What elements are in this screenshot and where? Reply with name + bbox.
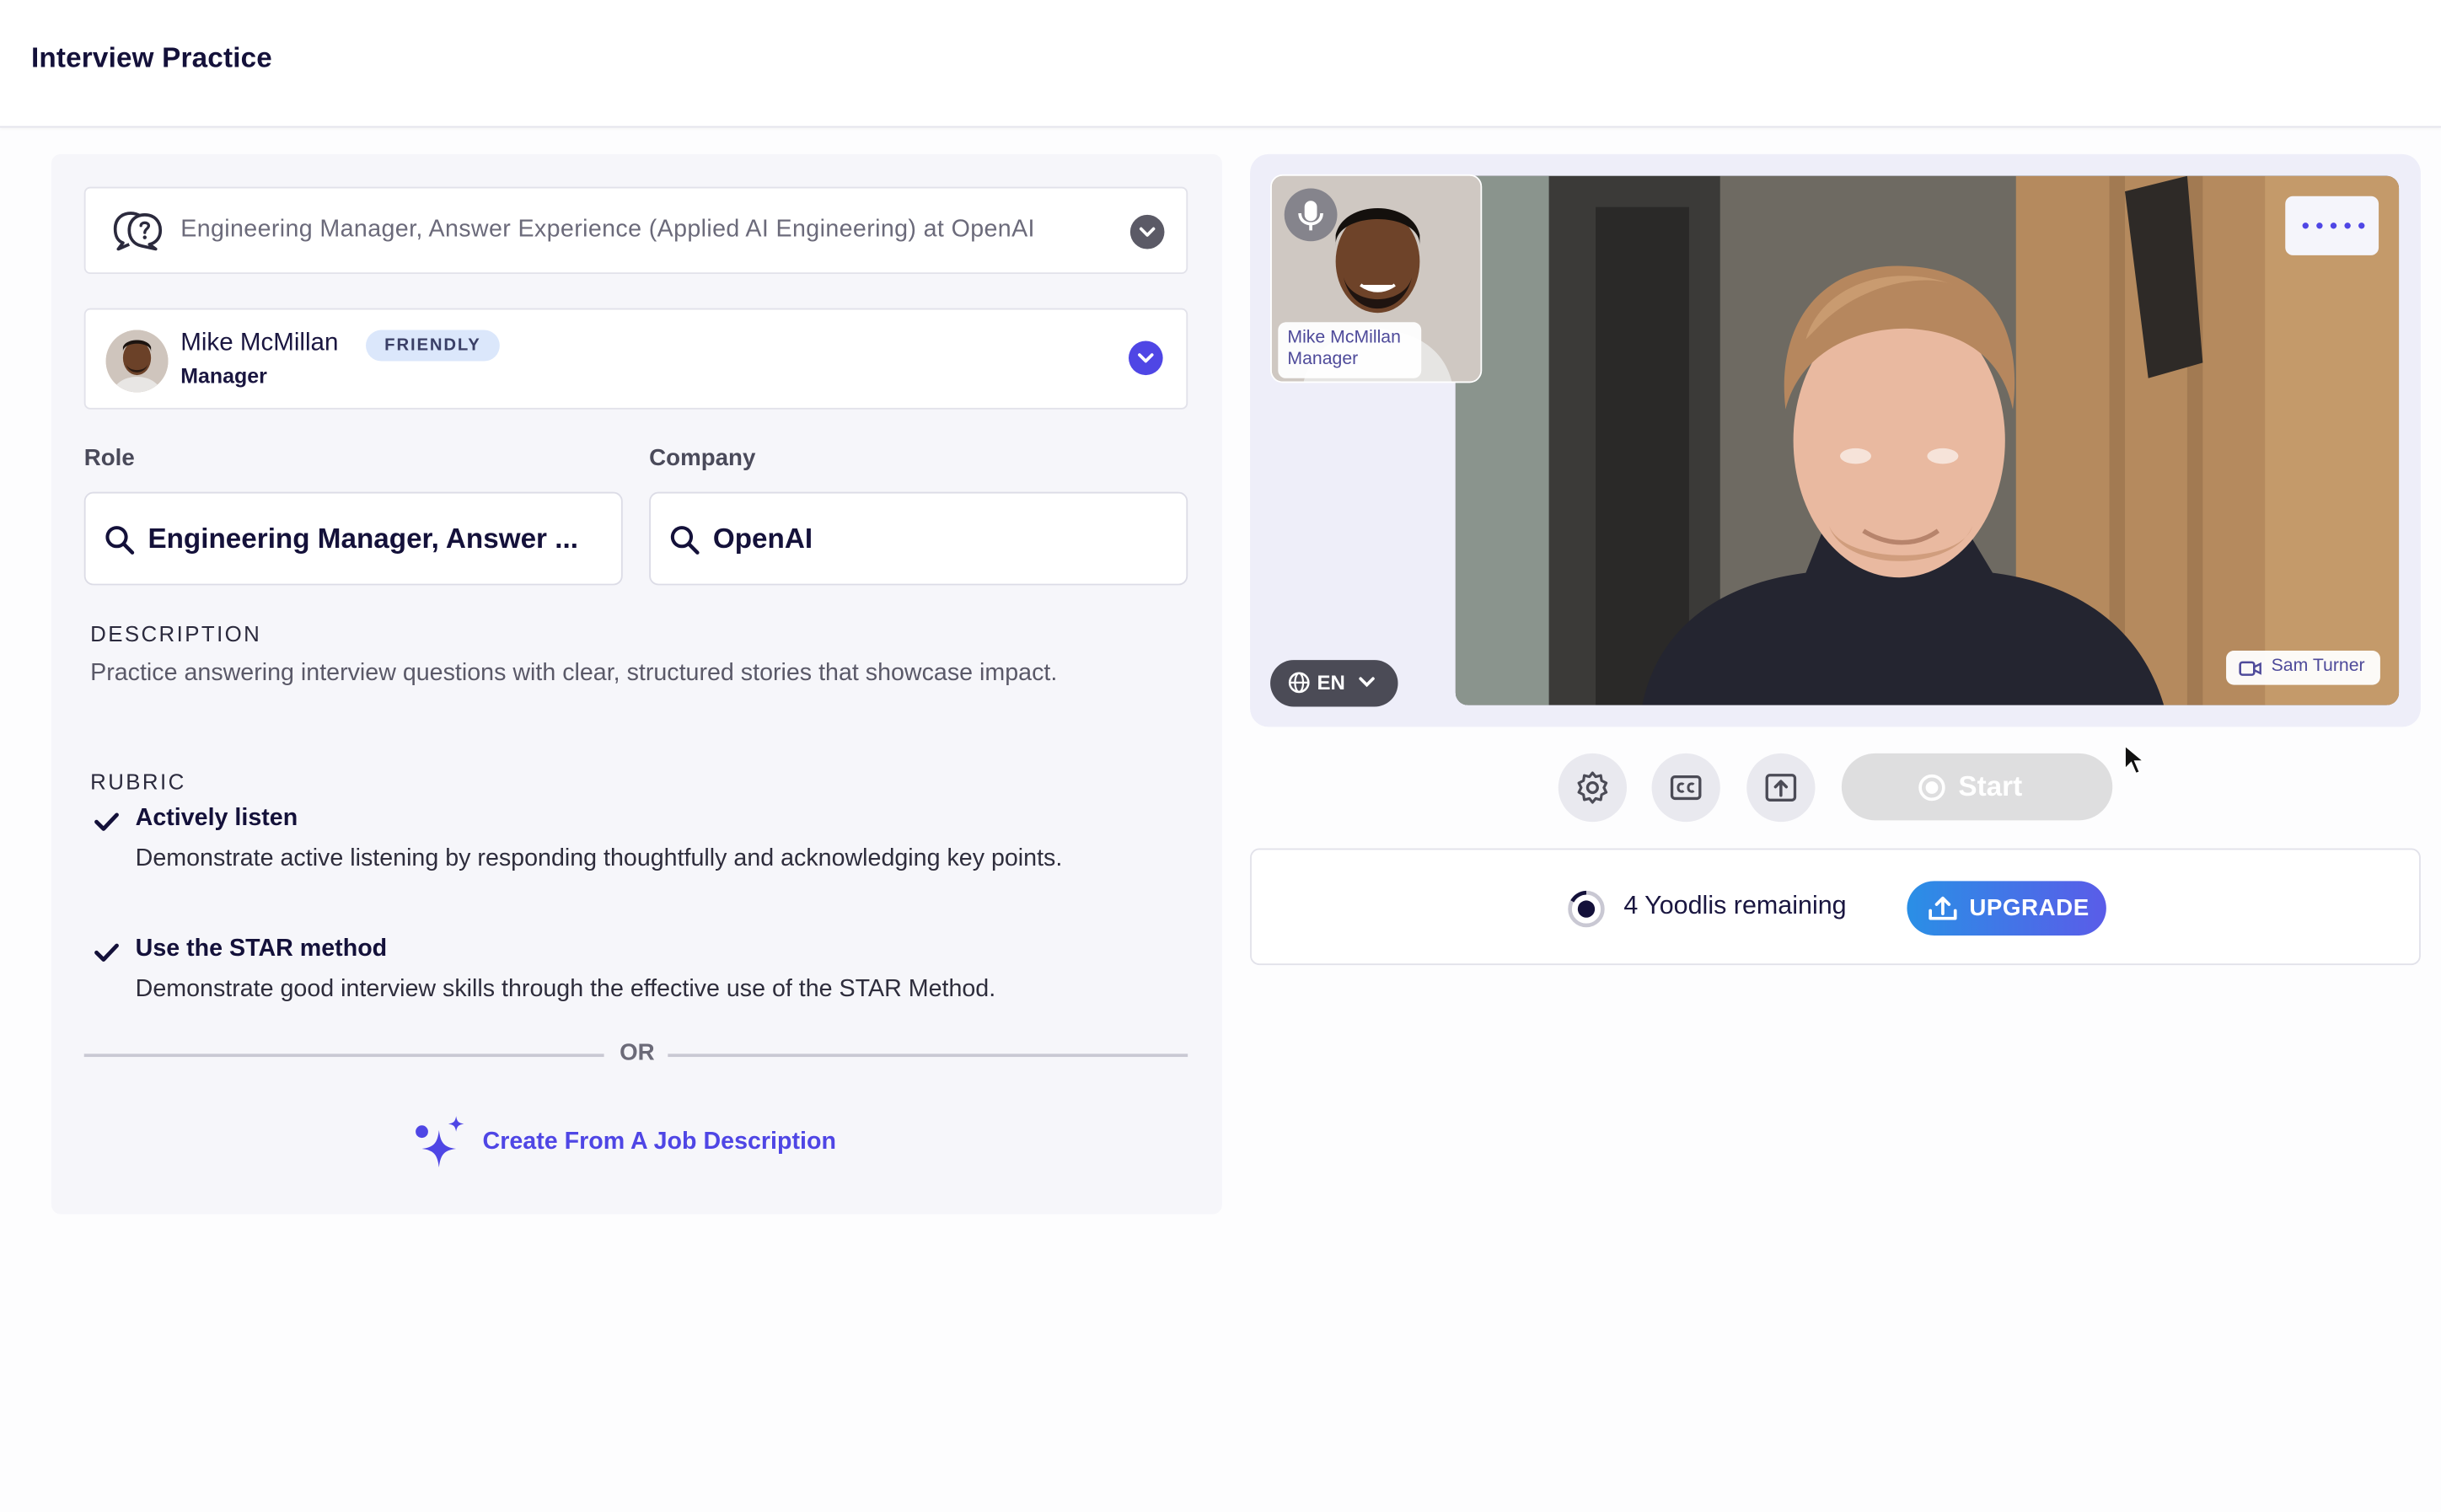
- company-label: Company: [649, 445, 756, 472]
- role-label: Role: [83, 445, 135, 472]
- rubric-item-title: Actively listen: [135, 804, 298, 832]
- divider-line: [83, 1054, 604, 1058]
- chevron-down-icon[interactable]: [1129, 340, 1163, 376]
- yoodlis-remaining-text: 4 Yoodlis remaining: [1623, 892, 1847, 920]
- gear-icon: [1577, 771, 1608, 804]
- setup-panel: Engineering Manager, Answer Experience (…: [51, 153, 1222, 1214]
- upgrade-label: UPGRADE: [1969, 894, 2090, 922]
- persona-title: Manager: [180, 364, 267, 388]
- description-heading: DESCRIPTION: [90, 620, 262, 646]
- start-label: Start: [1958, 770, 2023, 802]
- upload-button[interactable]: [1746, 753, 1816, 823]
- camera-name-label: Sam Turner: [2226, 651, 2380, 685]
- top-bar: Interview Practice: [0, 0, 2441, 128]
- globe-icon: [1288, 672, 1310, 694]
- avatar: [105, 330, 169, 393]
- interviewer-name: Mike McMillan: [1287, 328, 1401, 347]
- create-from-job-description-link[interactable]: Create From A Job Description: [412, 1114, 879, 1170]
- role-input[interactable]: Engineering Manager, Answer ...: [83, 491, 623, 586]
- user-camera-feed: [1455, 175, 2400, 705]
- mouse-cursor-icon: [2124, 743, 2146, 775]
- persona-badge: FRIENDLY: [366, 330, 500, 362]
- more-options-button[interactable]: [2285, 196, 2379, 255]
- upload-circle-icon: [1929, 896, 1957, 920]
- language-selector[interactable]: EN: [1270, 660, 1398, 707]
- interviewer-title: Manager: [1287, 350, 1359, 369]
- progress-ring-icon: [1568, 890, 1605, 928]
- upload-icon: [1765, 774, 1797, 802]
- rubric-item-description: Demonstrate active listening by respondi…: [135, 844, 1063, 872]
- microphone-icon[interactable]: [1284, 188, 1338, 242]
- camera-image: [1455, 175, 2400, 705]
- interviewer-label: Mike McMillan Manager: [1278, 322, 1422, 378]
- rubric-item-description: Demonstrate good interview skills throug…: [135, 976, 996, 1003]
- chevron-down-icon: [1359, 677, 1375, 688]
- search-icon: [105, 526, 135, 555]
- divider-line: [668, 1054, 1188, 1058]
- company-value: OpenAI: [712, 523, 813, 555]
- persona-name: Mike McMillan: [180, 330, 339, 357]
- company-input[interactable]: OpenAI: [649, 491, 1188, 586]
- checkmark-icon: [94, 943, 119, 962]
- sparkles-icon: [416, 1116, 464, 1168]
- closed-captions-icon: [1670, 775, 1702, 801]
- divider-text: OR: [620, 1039, 655, 1067]
- more-dots-icon: [2302, 223, 2365, 229]
- language-label: EN: [1317, 671, 1345, 694]
- search-icon: [670, 526, 700, 555]
- captions-button[interactable]: [1651, 753, 1720, 823]
- question-bubble-icon: [113, 212, 163, 251]
- upgrade-button[interactable]: UPGRADE: [1907, 881, 2106, 936]
- create-from-job-description-label: Create From A Job Description: [482, 1129, 836, 1155]
- persona-selector[interactable]: Mike McMillan FRIENDLY Manager: [83, 308, 1188, 410]
- record-icon: [1918, 774, 1945, 802]
- scenario-text: Engineering Manager, Answer Experience (…: [180, 216, 1035, 244]
- rubric-heading: RUBRIC: [90, 769, 186, 794]
- video-camera-icon: [2239, 661, 2261, 676]
- description-text: Practice answering interview questions w…: [90, 660, 1058, 687]
- scenario-selector[interactable]: Engineering Manager, Answer Experience (…: [83, 186, 1188, 275]
- chevron-down-icon[interactable]: [1129, 214, 1165, 249]
- quota-card: 4 Yoodlis remaining UPGRADE: [1250, 848, 2421, 966]
- page-title: Interview Practice: [30, 41, 273, 73]
- camera-user-name: Sam Turner: [2271, 657, 2365, 676]
- start-button[interactable]: Start: [1841, 753, 2113, 821]
- role-value: Engineering Manager, Answer ...: [148, 523, 578, 555]
- interviewer-video: Mike McMillan Manager: [1270, 174, 1483, 383]
- rubric-item-title: Use the STAR method: [135, 935, 388, 962]
- checkmark-icon: [94, 812, 119, 831]
- video-panel: Mike McMillan Manager EN Sam Turner: [1250, 153, 2421, 727]
- settings-button[interactable]: [1558, 753, 1628, 823]
